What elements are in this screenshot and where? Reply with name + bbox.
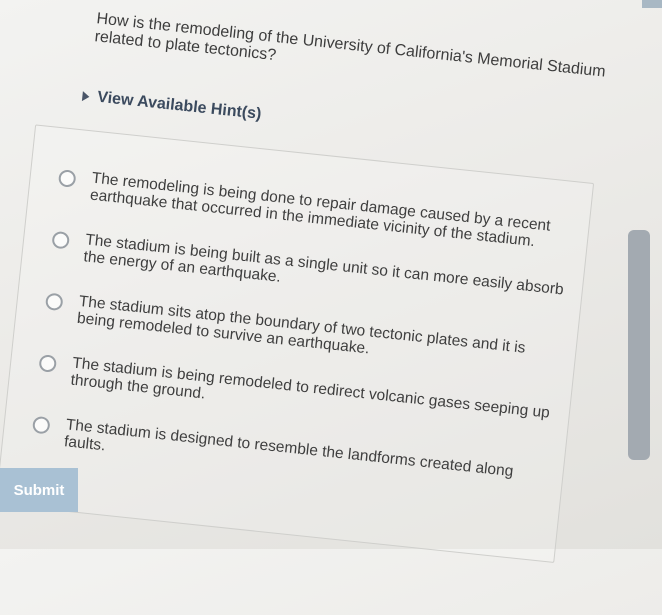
question-text: How is the remodeling of the University … [93,10,607,81]
caret-right-icon [81,91,90,102]
submit-button[interactable]: Submit [0,468,78,512]
radio-button[interactable] [31,415,51,435]
radio-button[interactable] [51,230,71,250]
hint-label: View Available Hint(s) [96,88,263,123]
question-panel: How is the remodeling of the University … [0,0,658,615]
radio-button[interactable] [44,292,64,312]
view-hints-toggle[interactable]: View Available Hint(s) [81,87,262,124]
scrollbar-top[interactable] [642,0,662,8]
answer-options: The remodeling is being done to repair d… [0,124,595,564]
radio-button[interactable] [38,354,58,373]
radio-button[interactable] [57,169,77,188]
